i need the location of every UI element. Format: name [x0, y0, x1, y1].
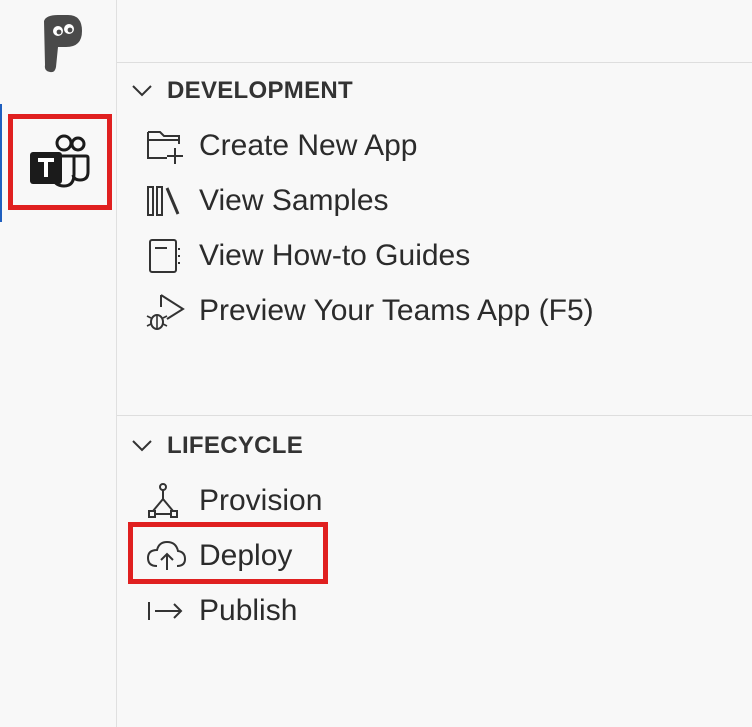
view-samples-item[interactable]: View Samples: [145, 178, 389, 224]
development-section-header[interactable]: DEVELOPMENT: [117, 71, 752, 111]
new-folder-icon: [147, 131, 183, 164]
chevron-down-icon: [132, 440, 152, 452]
teams-toolkit-button[interactable]: [8, 114, 112, 210]
deploy-highlight-box: [128, 522, 328, 584]
item-label: View Samples: [199, 184, 389, 217]
publish-item[interactable]: Publish: [145, 588, 297, 634]
library-icon: [147, 186, 180, 216]
view-how-to-guides-item[interactable]: View How-to Guides: [145, 233, 470, 279]
preview-teams-app-item[interactable]: Preview Your Teams App (F5): [145, 288, 594, 334]
notebook-icon: [149, 239, 180, 273]
lifecycle-section-header[interactable]: LIFECYCLE: [117, 426, 752, 466]
item-label: Preview Your Teams App (F5): [199, 294, 594, 327]
item-label: View How-to Guides: [199, 239, 471, 272]
section-title: DEVELOPMENT: [167, 77, 353, 104]
teams-toolkit-icon: [30, 134, 90, 188]
provision-icon: [148, 483, 178, 518]
section-divider: [117, 415, 752, 416]
item-label: Provision: [199, 484, 323, 517]
debug-run-icon: [146, 294, 185, 330]
activity-bar: [0, 0, 117, 727]
create-new-app-item[interactable]: Create New App: [145, 123, 417, 169]
arrow-publish-icon: [148, 602, 183, 620]
powerplatform-icon[interactable]: [38, 15, 82, 73]
teams-toolkit-sidebar: DEVELOPMENT Create New App View Samples …: [117, 0, 752, 727]
chevron-down-icon: [132, 85, 152, 97]
pane-header: [117, 0, 752, 63]
item-label: Publish: [199, 594, 298, 627]
active-indicator: [0, 104, 2, 222]
provision-item[interactable]: Provision: [145, 478, 322, 524]
item-label: Create New App: [199, 129, 418, 162]
section-title: LIFECYCLE: [167, 432, 304, 459]
